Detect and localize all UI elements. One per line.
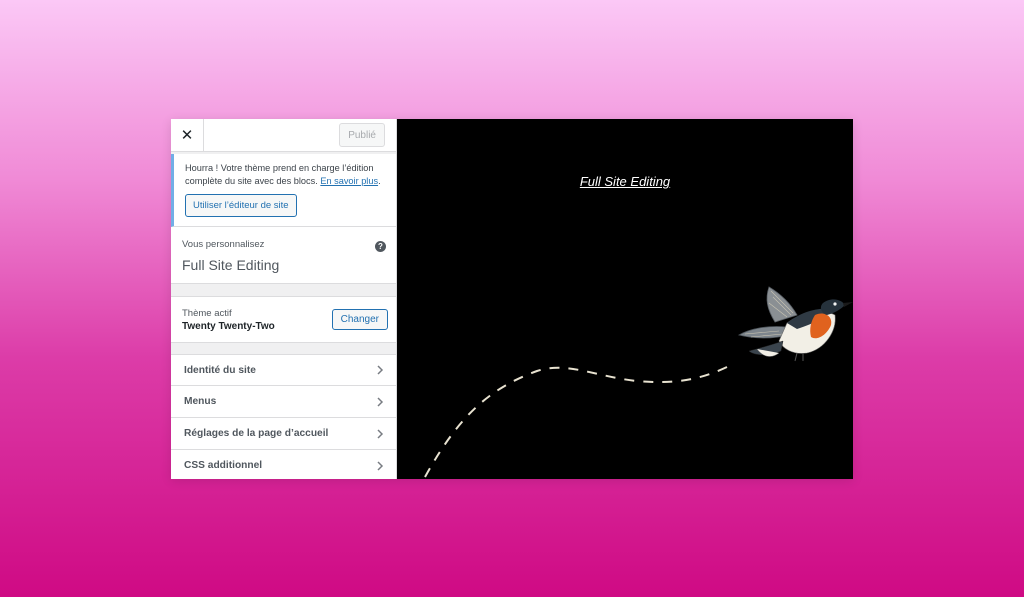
menu-item-label: Réglages de la page d’accueil <box>184 428 329 439</box>
menu-item-homepage-settings[interactable]: Réglages de la page d’accueil <box>171 418 396 450</box>
publish-button[interactable]: Publié <box>339 123 385 147</box>
customizer-menu: Identité du site Menus Réglages de la pa… <box>171 354 396 479</box>
chevron-right-icon <box>377 396 384 407</box>
active-theme-section: Thème actif Twenty Twenty-Two Changer <box>171 296 396 343</box>
menu-item-additional-css[interactable]: CSS additionnel <box>171 450 396 479</box>
menu-item-label: CSS additionnel <box>184 460 263 471</box>
bird <box>737 286 853 362</box>
chevron-right-icon <box>377 460 384 471</box>
flight-path <box>424 366 728 478</box>
bird-illustration <box>424 286 853 478</box>
use-site-editor-button[interactable]: Utiliser l’éditeur de site <box>185 194 297 217</box>
menu-item-label: Identité du site <box>184 364 256 376</box>
fse-notice: Hourra ! Votre thème prend en charge l’é… <box>171 154 396 227</box>
sidebar-header: ✕ Publié <box>171 119 396 152</box>
customizing-site-name: Full Site Editing <box>182 257 280 273</box>
customizing-label: Vous personnalisez <box>182 239 265 250</box>
customizer-sidebar: ✕ Publié Hourra ! Votre thème prend en c… <box>171 119 397 479</box>
notice-suffix: . <box>378 176 381 186</box>
customizing-info: Vous personnalisez Full Site Editing ? <box>171 227 396 284</box>
customizer-window: ✕ Publié Hourra ! Votre thème prend en c… <box>171 119 853 479</box>
menu-item-label: Menus <box>184 396 217 407</box>
help-icon[interactable]: ? <box>375 241 386 252</box>
chevron-right-icon <box>377 428 384 439</box>
menu-item-menus[interactable]: Menus <box>171 386 396 418</box>
menu-item-site-identity[interactable]: Identité du site <box>171 354 396 386</box>
change-theme-button[interactable]: Changer <box>331 309 388 330</box>
learn-more-link[interactable]: En savoir plus <box>320 176 378 186</box>
chevron-right-icon <box>377 365 384 375</box>
site-preview: Full Site Editing <box>397 119 853 479</box>
close-icon[interactable]: ✕ <box>171 119 204 151</box>
